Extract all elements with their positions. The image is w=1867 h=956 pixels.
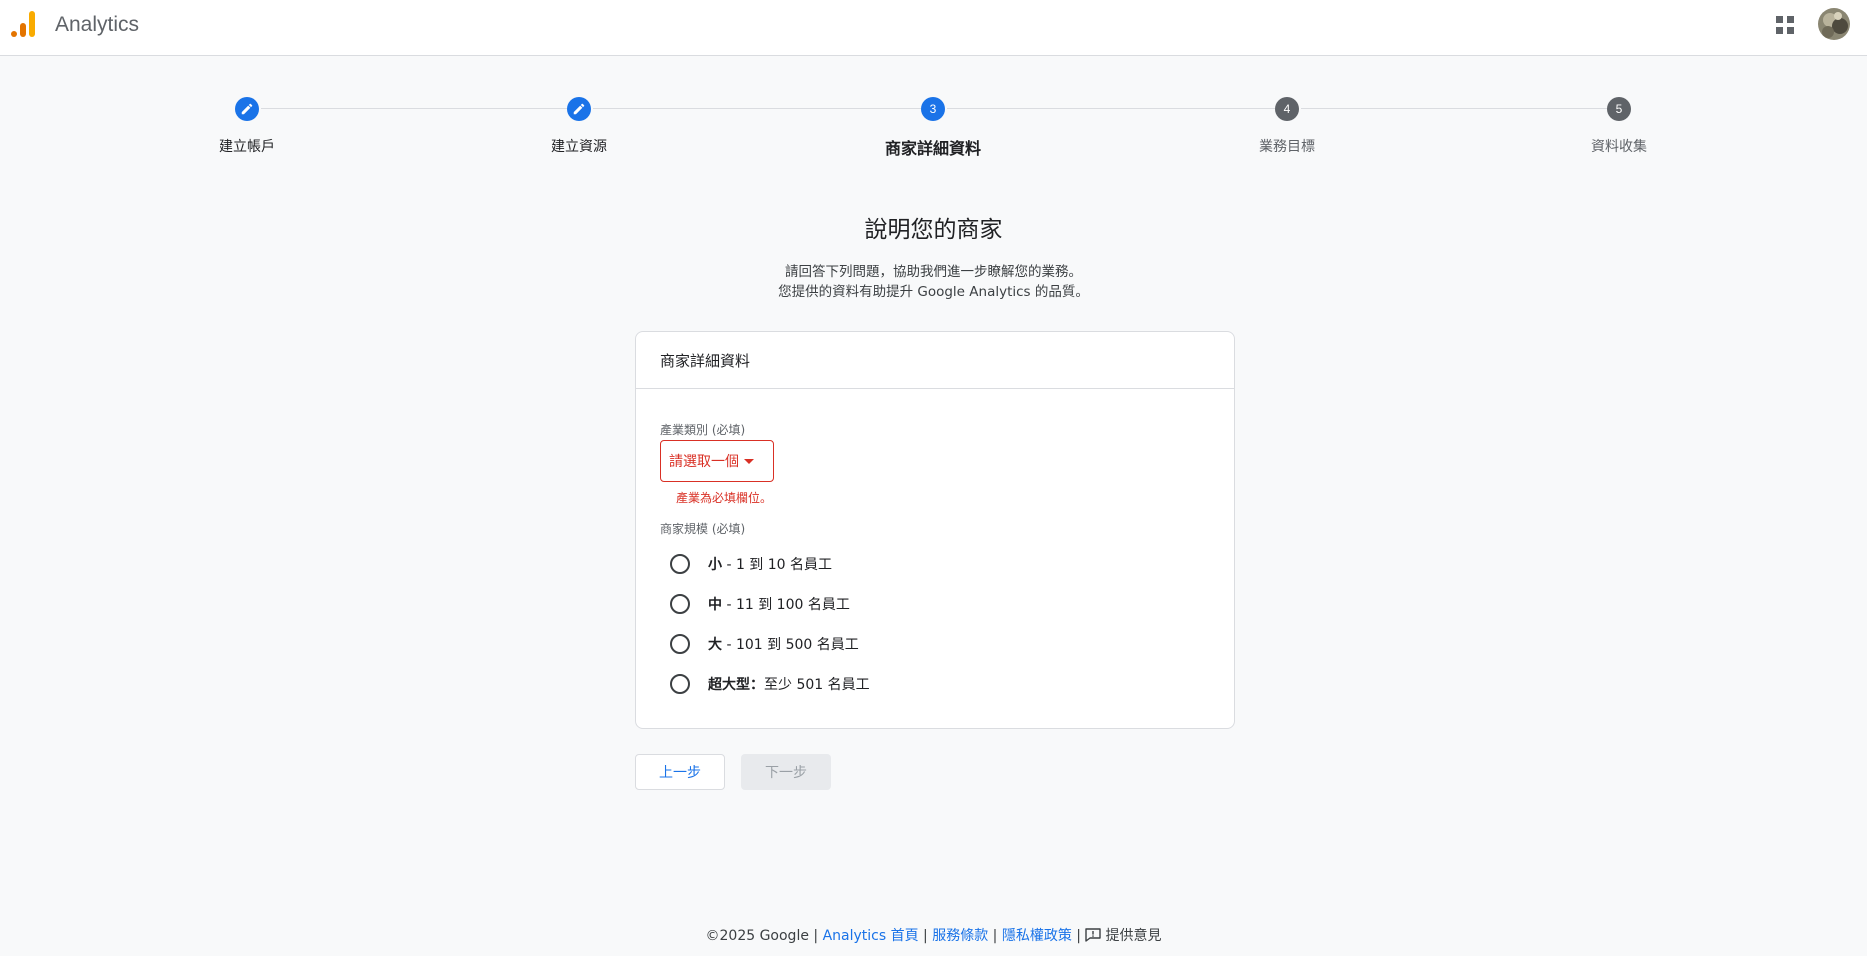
size-option-label: 中 - 11 到 100 名員工 (708, 594, 850, 614)
size-option-label: 小 - 1 到 10 名員工 (708, 554, 832, 574)
business-details-card: 商家詳細資料 產業類別 (必填) 請選取一個 產業為必填欄位。 商家規模 (必填… (635, 331, 1235, 729)
size-option-rest: 至少 501 名員工 (764, 677, 870, 693)
footer-separator: | (988, 928, 1002, 944)
step-2-edit-icon[interactable] (567, 97, 591, 121)
size-option-rest: - 101 到 500 名員工 (722, 637, 859, 653)
top-app-bar: Analytics (0, 0, 1867, 56)
user-avatar-icon[interactable] (1818, 8, 1850, 40)
industry-error-message: 產業為必填欄位。 (676, 491, 773, 505)
footer-separator: | (808, 928, 823, 944)
subtitle-line-2: 您提供的資料有助提升 Google Analytics 的品質。 (778, 284, 1089, 300)
step-1-edit-icon[interactable] (235, 97, 259, 121)
dropdown-caret-icon (744, 458, 754, 464)
size-option-large[interactable]: 大 - 101 到 500 名員工 (670, 634, 859, 654)
footer-home-link[interactable]: Analytics 首頁 (823, 928, 919, 944)
step-2-label[interactable]: 建立資源 (551, 136, 607, 156)
size-option-rest: - 11 到 100 名員工 (722, 597, 850, 613)
apps-grid-icon[interactable] (1773, 13, 1797, 37)
feedback-link[interactable]: 提供意見 (1085, 928, 1161, 944)
business-size-label: 商家規模 (必填) (660, 522, 746, 536)
feedback-icon (1085, 928, 1102, 942)
industry-label: 產業類別 (必填) (660, 423, 746, 437)
stepper-connector (261, 108, 567, 109)
step-4-number: 4 (1275, 97, 1299, 121)
footer-separator: | (918, 928, 933, 944)
back-button[interactable]: 上一步 (635, 754, 725, 790)
footer-copyright: ©2025 Google (705, 928, 809, 944)
size-option-bold: 中 (708, 597, 722, 613)
radio-button[interactable] (670, 554, 690, 574)
stepper-connector (947, 108, 1275, 109)
size-option-very-large[interactable]: 超大型：至少 501 名員工 (670, 674, 870, 694)
footer-privacy-link[interactable]: 隱私權政策 (1002, 928, 1072, 944)
industry-select-value: 請選取一個 (669, 454, 739, 470)
stepper-connector (593, 108, 921, 109)
stepper-connector (1301, 108, 1607, 109)
size-option-label: 超大型：至少 501 名員工 (708, 674, 870, 694)
step-5-number: 5 (1607, 97, 1631, 121)
next-button: 下一步 (741, 754, 831, 790)
app-title: Analytics (55, 13, 140, 36)
page-title: 說明您的商家 (864, 217, 1003, 243)
size-option-medium[interactable]: 中 - 11 到 100 名員工 (670, 594, 850, 614)
step-4-label: 業務目標 (1259, 139, 1315, 155)
step-3-label: 商家詳細資料 (884, 139, 982, 158)
step-5-label: 資料收集 (1591, 139, 1647, 155)
footer-terms-link[interactable]: 服務條款 (932, 928, 988, 944)
radio-button[interactable] (670, 594, 690, 614)
size-option-rest: - 1 到 10 名員工 (722, 557, 833, 573)
analytics-logo-icon[interactable] (10, 10, 38, 38)
footer-separator: | (1071, 928, 1086, 944)
feedback-label: 提供意見 (1105, 928, 1162, 944)
industry-select[interactable]: 請選取一個 (660, 440, 774, 482)
step-1-label[interactable]: 建立帳戶 (219, 136, 275, 156)
size-option-bold: 大 (708, 637, 722, 653)
step-3-number: 3 (921, 97, 945, 121)
subtitle-line-1: 請回答下列問題，協助我們進一步瞭解您的業務。 (785, 264, 1082, 280)
radio-button[interactable] (670, 634, 690, 654)
size-option-bold: 超大型： (708, 677, 764, 693)
size-option-bold: 小 (708, 557, 722, 573)
size-option-label: 大 - 101 到 500 名員工 (708, 634, 859, 654)
footer: ©2025 Google | Analytics 首頁 | 服務條款 | 隱私權… (0, 925, 1867, 945)
card-title: 商家詳細資料 (636, 332, 1234, 389)
size-option-small[interactable]: 小 - 1 到 10 名員工 (670, 554, 832, 574)
radio-button[interactable] (670, 674, 690, 694)
